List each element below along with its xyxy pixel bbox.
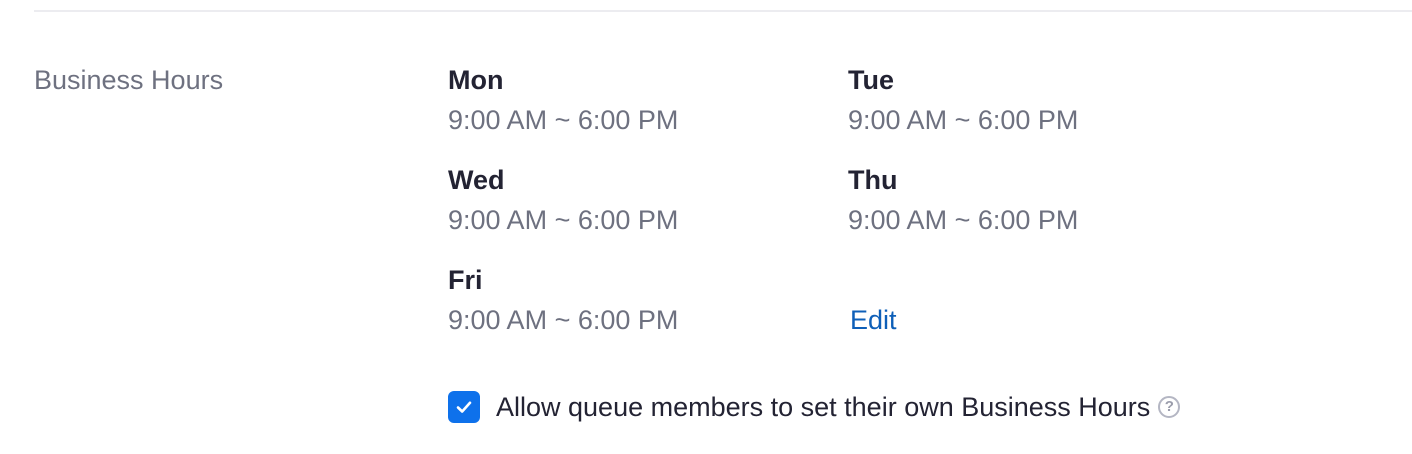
day-name: Tue — [848, 65, 894, 95]
schedule-day-thu: Thu 9:00 AM ~ 6:00 PM — [848, 163, 1188, 237]
edit-business-hours-link[interactable]: Edit — [850, 303, 897, 337]
allow-member-hours-row: Allow queue members to set their own Bus… — [448, 390, 1181, 424]
schedule-day-mon: Mon 9:00 AM ~ 6:00 PM — [448, 63, 788, 137]
section-label: Business Hours — [34, 65, 224, 95]
day-name: Mon — [448, 65, 504, 95]
business-hours-settings: Business Hours Mon 9:00 AM ~ 6:00 PM Tue… — [0, 0, 1412, 454]
question-mark-icon[interactable]: ? — [1158, 396, 1181, 418]
day-name: Thu — [848, 165, 898, 195]
day-hours: 9:00 AM ~ 6:00 PM — [448, 105, 679, 135]
day-hours: 9:00 AM ~ 6:00 PM — [448, 305, 679, 335]
schedule-day-wed: Wed 9:00 AM ~ 6:00 PM — [448, 163, 788, 237]
day-name: Fri — [448, 265, 483, 295]
day-hours: 9:00 AM ~ 6:00 PM — [448, 205, 679, 235]
schedule-day-tue: Tue 9:00 AM ~ 6:00 PM — [848, 63, 1188, 137]
checkmark-icon — [456, 401, 472, 413]
day-name: Wed — [448, 165, 505, 195]
section-divider — [34, 10, 1412, 12]
day-hours: 9:00 AM ~ 6:00 PM — [848, 205, 1079, 235]
schedule-day-fri: Fri 9:00 AM ~ 6:00 PM — [448, 263, 788, 337]
allow-member-hours-label: Allow queue members to set their own Bus… — [496, 392, 1151, 422]
allow-member-hours-checkbox[interactable] — [448, 391, 480, 423]
day-hours: 9:00 AM ~ 6:00 PM — [848, 105, 1079, 135]
